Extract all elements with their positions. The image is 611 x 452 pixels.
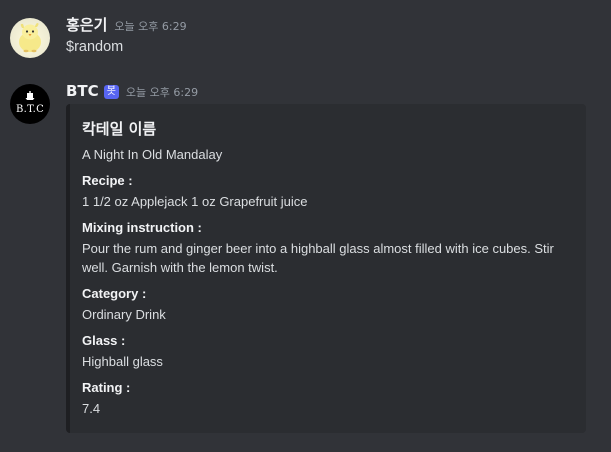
- field-value: 7.4: [82, 401, 101, 416]
- field-name: Category :: [82, 286, 147, 301]
- message-embed: 칵테일 이름 A Night In Old Mandalay Recipe : …: [66, 104, 586, 433]
- field-name: Recipe :: [82, 173, 133, 188]
- field-value: Ordinary Drink: [82, 307, 166, 322]
- embed-field-rating: Rating : 7.4: [82, 380, 574, 418]
- field-value: Pour the rum and ginger beer into a high…: [82, 241, 554, 275]
- field-name: Glass :: [82, 333, 126, 348]
- field-value: 1 1/2 oz Applejack 1 oz Grapefruit juice: [82, 194, 308, 209]
- chick-avatar-icon: [19, 23, 41, 53]
- field-name: Mixing instruction :: [82, 220, 202, 235]
- embed-description: A Night In Old Mandalay: [82, 147, 223, 162]
- bot-avatar[interactable]: B.T.C: [10, 84, 50, 124]
- timestamp[interactable]: 오늘 오후 6:29: [114, 18, 186, 34]
- embed-field-mixing-instruction: Mixing instruction : Pour the rum and gi…: [82, 220, 574, 277]
- username[interactable]: BTC: [66, 82, 99, 100]
- embed-field-glass: Glass : Highball glass: [82, 333, 574, 371]
- field-value: Highball glass: [82, 354, 163, 369]
- embed-title: 칵테일 이름: [82, 120, 157, 138]
- chat-message-list: 홍은기 오늘 오후 6:29 $random B.T.C BTC 봇 오늘 오후…: [0, 0, 611, 452]
- message-header: 홍은기 오늘 오후 6:29: [66, 14, 187, 35]
- embed-field-recipe: Recipe : 1 1/2 oz Applejack 1 oz Grapefr…: [82, 173, 574, 211]
- message-header: BTC 봇 오늘 오후 6:29: [66, 82, 198, 101]
- field-name: Rating :: [82, 380, 131, 395]
- message-content: $random: [66, 39, 124, 55]
- embed-field-category: Category : Ordinary Drink: [82, 286, 574, 324]
- username[interactable]: 홍은기: [66, 14, 107, 35]
- timestamp[interactable]: 오늘 오후 6:29: [126, 84, 198, 100]
- btc-logo-text: B.T.C: [15, 104, 45, 115]
- bot-tag-badge: 봇: [103, 85, 119, 99]
- user-avatar[interactable]: [10, 18, 50, 58]
